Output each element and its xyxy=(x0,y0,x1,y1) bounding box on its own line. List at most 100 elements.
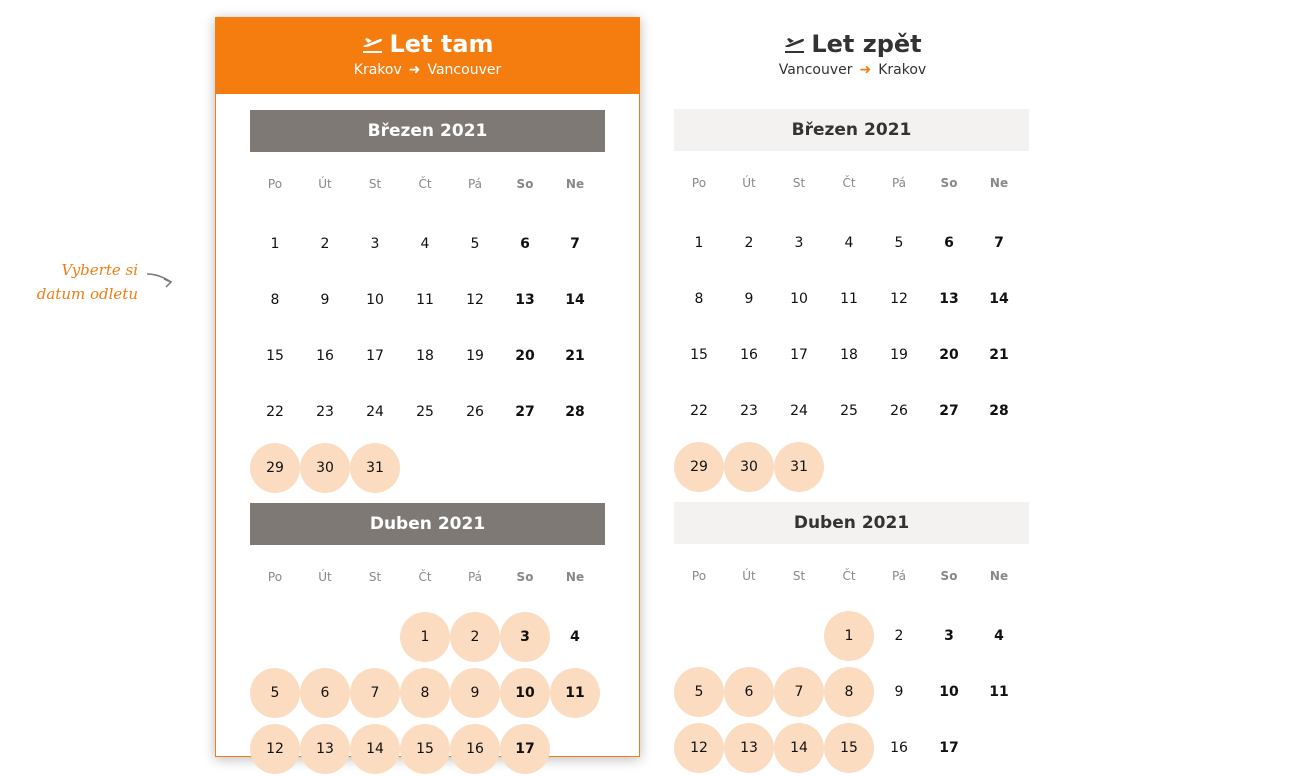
day-cell[interactable]: 29 xyxy=(674,439,724,495)
day-cell[interactable]: 15 xyxy=(824,720,874,776)
day-number: 13 xyxy=(515,292,535,308)
day-cell[interactable]: 14 xyxy=(350,721,400,777)
weekday-label: Čt xyxy=(842,569,856,583)
day-number: 3 xyxy=(944,628,954,644)
day-cell[interactable]: 6 xyxy=(300,665,350,721)
day-cell[interactable]: 3 xyxy=(500,609,550,665)
day-cell: 22 xyxy=(674,383,724,439)
day-number: 9 xyxy=(894,684,904,700)
calendar-column-out: Let tam Krakov ➜ Vancouver Březen 2021 Po Út St Č… xyxy=(215,17,640,774)
day-number: 2 xyxy=(320,236,330,252)
day-cell: 13 xyxy=(500,272,550,328)
day-cell[interactable]: 13 xyxy=(724,720,774,776)
weekday-label: Út xyxy=(742,176,756,190)
flight-title-text: Let tam xyxy=(389,30,494,58)
day-number: 21 xyxy=(565,348,585,364)
day-cell[interactable]: 5 xyxy=(250,665,300,721)
day-number: 15 xyxy=(266,348,284,364)
day-cell: 28 xyxy=(974,383,1024,439)
empty-cell xyxy=(724,608,774,664)
day-number: 8 xyxy=(694,291,704,307)
day-number: 4 xyxy=(994,628,1004,644)
day-cell[interactable]: 31 xyxy=(350,440,400,496)
day-cell: 11 xyxy=(974,664,1024,720)
day-number: 4 xyxy=(570,629,580,645)
day-cell: 4 xyxy=(400,216,450,272)
day-cell[interactable]: 12 xyxy=(674,720,724,776)
day-cell[interactable]: 6 xyxy=(724,664,774,720)
day-cell: 25 xyxy=(400,384,450,440)
day-cell[interactable]: 11 xyxy=(550,665,600,721)
empty-cell xyxy=(250,609,300,665)
day-number: 5 xyxy=(674,667,724,717)
day-cell[interactable]: 9 xyxy=(450,665,500,721)
weekday-label: So xyxy=(940,569,958,583)
day-cell[interactable]: 10 xyxy=(500,665,550,721)
day-cell[interactable]: 5 xyxy=(674,664,724,720)
day-number: 8 xyxy=(270,292,280,308)
day-cell[interactable]: 8 xyxy=(824,664,874,720)
day-number: 8 xyxy=(824,667,874,717)
empty-cell xyxy=(774,608,824,664)
day-number: 11 xyxy=(840,291,858,307)
weekday-row: Po Út St Čt Pá So Ne xyxy=(674,151,1029,215)
route: Vancouver ➜ Krakov xyxy=(640,61,1065,79)
month-year: 2021 xyxy=(437,514,486,534)
day-cell[interactable]: 7 xyxy=(350,665,400,721)
day-cell: 20 xyxy=(924,327,974,383)
day-number: 30 xyxy=(300,443,350,493)
weekday-label: Po xyxy=(691,176,707,190)
day-number: 8 xyxy=(400,668,450,718)
day-cell[interactable]: 1 xyxy=(824,608,874,664)
day-cell[interactable]: 17 xyxy=(500,721,550,777)
day-number: 2 xyxy=(450,612,500,662)
weekday-label: Pá xyxy=(467,177,483,191)
day-number: 22 xyxy=(690,403,708,419)
weekday-label: Ne xyxy=(989,176,1009,190)
day-cell: 11 xyxy=(824,271,874,327)
flight-title: Let zpět xyxy=(640,17,1065,59)
weekday-label: St xyxy=(792,569,806,583)
day-cell: 16 xyxy=(874,720,924,776)
day-cell[interactable]: 1 xyxy=(400,609,450,665)
day-number: 3 xyxy=(370,236,380,252)
month-calendar: Březen 2021 Po Út St Čt Pá So Ne 1 2 3 4 5 6 7 8 9 10 11 12 1… xyxy=(250,110,605,496)
day-cell[interactable]: 7 xyxy=(774,664,824,720)
month-header: Březen 2021 xyxy=(674,109,1029,151)
day-cell: 28 xyxy=(550,384,600,440)
day-number: 14 xyxy=(989,291,1009,307)
month-name: Březen xyxy=(367,121,435,141)
day-cell: 7 xyxy=(974,215,1024,271)
day-cell[interactable]: 13 xyxy=(300,721,350,777)
day-cell[interactable]: 31 xyxy=(774,439,824,495)
day-cell[interactable]: 29 xyxy=(250,440,300,496)
day-number: 10 xyxy=(790,291,808,307)
month-year: 2021 xyxy=(440,121,488,141)
flight-title: Let tam xyxy=(215,17,640,59)
day-number: 29 xyxy=(674,442,724,492)
day-cell: 5 xyxy=(450,216,500,272)
day-cell: 19 xyxy=(874,327,924,383)
day-number: 19 xyxy=(890,347,908,363)
day-number: 16 xyxy=(450,724,500,774)
weekday-row: Po Út St Čt Pá So Ne xyxy=(250,545,605,609)
day-number: 12 xyxy=(466,292,484,308)
day-cell: 5 xyxy=(874,215,924,271)
day-cell[interactable]: 30 xyxy=(300,440,350,496)
day-number: 12 xyxy=(250,724,300,774)
day-cell[interactable]: 2 xyxy=(450,609,500,665)
day-cell[interactable]: 14 xyxy=(774,720,824,776)
day-cell[interactable]: 8 xyxy=(400,665,450,721)
plane-takeoff-icon xyxy=(363,38,383,53)
day-cell[interactable]: 16 xyxy=(450,721,500,777)
day-cell: 22 xyxy=(250,384,300,440)
day-cell[interactable]: 15 xyxy=(400,721,450,777)
weekday-label: Pá xyxy=(467,570,483,584)
day-cell: 15 xyxy=(674,327,724,383)
month-header: Duben 2021 xyxy=(250,503,605,545)
day-cell[interactable]: 30 xyxy=(724,439,774,495)
day-cell: 2 xyxy=(300,216,350,272)
day-number: 9 xyxy=(744,291,754,307)
day-cell: 26 xyxy=(874,383,924,439)
day-cell[interactable]: 12 xyxy=(250,721,300,777)
